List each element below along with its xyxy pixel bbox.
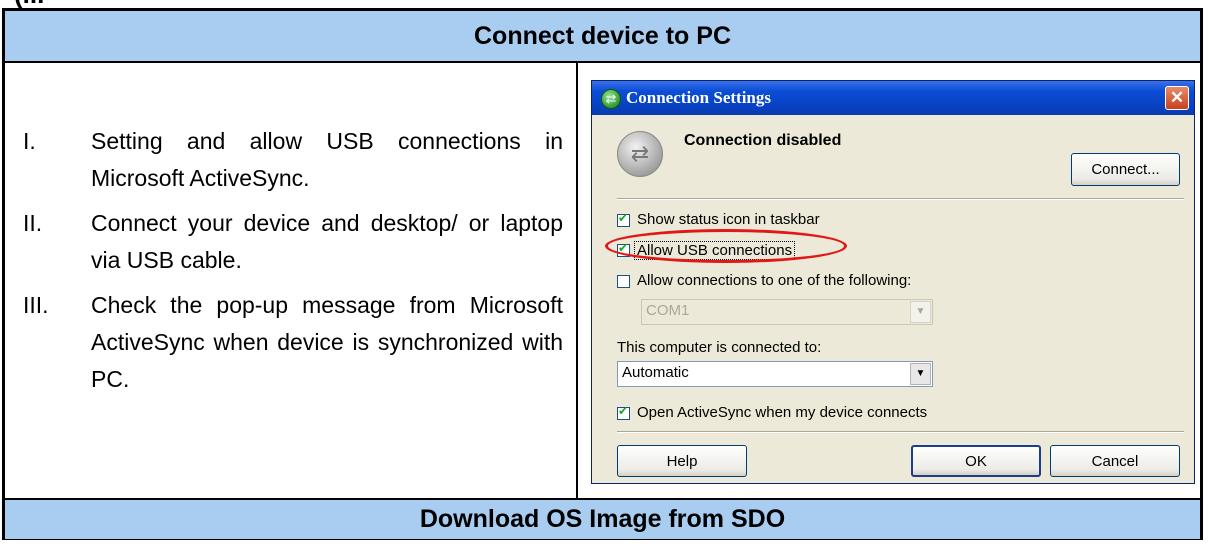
connection-status: Connection disabled (684, 132, 842, 149)
connection-settings-dialog: ⇄ Connection Settings ✕ ⇄ Connection dis… (591, 80, 1195, 484)
connected-to-value: Automatic (622, 364, 689, 381)
step-item: I. Setting and allow USB connections in … (23, 123, 563, 197)
chevron-down-icon: ▼ (910, 363, 931, 385)
steps-list: I. Setting and allow USB connections in … (23, 123, 563, 406)
step-number: III. (23, 292, 49, 318)
dialog-title: Connection Settings (626, 88, 771, 107)
content-table: Connect device to PC I. Setting and allo… (2, 8, 1203, 540)
step-text: Connect your device and desktop/ or lapt… (91, 210, 563, 273)
show-status-icon-checkbox[interactable] (617, 211, 630, 227)
open-activesync-label: Open ActiveSync when my device connects (637, 404, 928, 421)
ok-button[interactable]: OK (911, 445, 1041, 477)
chevron-down-icon: ▼ (910, 301, 931, 323)
activesync-icon: ⇄ (601, 89, 621, 109)
com-port-select[interactable]: COM1 ▼ (641, 299, 933, 325)
usb-highlight-ellipse (605, 229, 847, 263)
allow-com-checkbox[interactable] (617, 275, 630, 288)
page-top-fragment-area: (... (0, 0, 1209, 8)
step-number: II. (23, 210, 43, 236)
connected-to-select[interactable]: Automatic ▼ (617, 361, 933, 387)
allow-com-label: Allow connections to one of the followin… (637, 272, 912, 289)
sync-status-icon: ⇄ (617, 131, 663, 177)
close-button[interactable]: ✕ (1165, 86, 1189, 110)
com-port-value: COM1 (646, 302, 690, 319)
separator (617, 431, 1184, 433)
step-text: Check the pop-up message from Microsoft … (91, 292, 563, 392)
step-item: II. Connect your device and desktop/ or … (23, 205, 563, 279)
connected-to-label: This computer is connected to: (617, 339, 822, 356)
section-header-download: Download OS Image from SDO (5, 498, 1200, 539)
section-header-connect: Connect device to PC (5, 11, 1200, 63)
connect-button[interactable]: Connect... (1071, 153, 1180, 186)
cancel-button[interactable]: Cancel (1050, 445, 1180, 477)
open-activesync-checkbox[interactable] (617, 404, 630, 420)
show-status-icon-label: Show status icon in taskbar (637, 211, 820, 228)
separator (617, 198, 1184, 200)
step-item: III. Check the pop-up message from Micro… (23, 287, 563, 398)
step-number: I. (23, 128, 36, 154)
page-top-fragment: (... (14, 0, 44, 8)
step-text: Setting and allow USB connections in Mic… (91, 128, 563, 191)
dialog-titlebar[interactable]: ⇄ Connection Settings ✕ (592, 81, 1194, 115)
column-divider (576, 63, 578, 498)
help-button[interactable]: Help (617, 445, 747, 477)
